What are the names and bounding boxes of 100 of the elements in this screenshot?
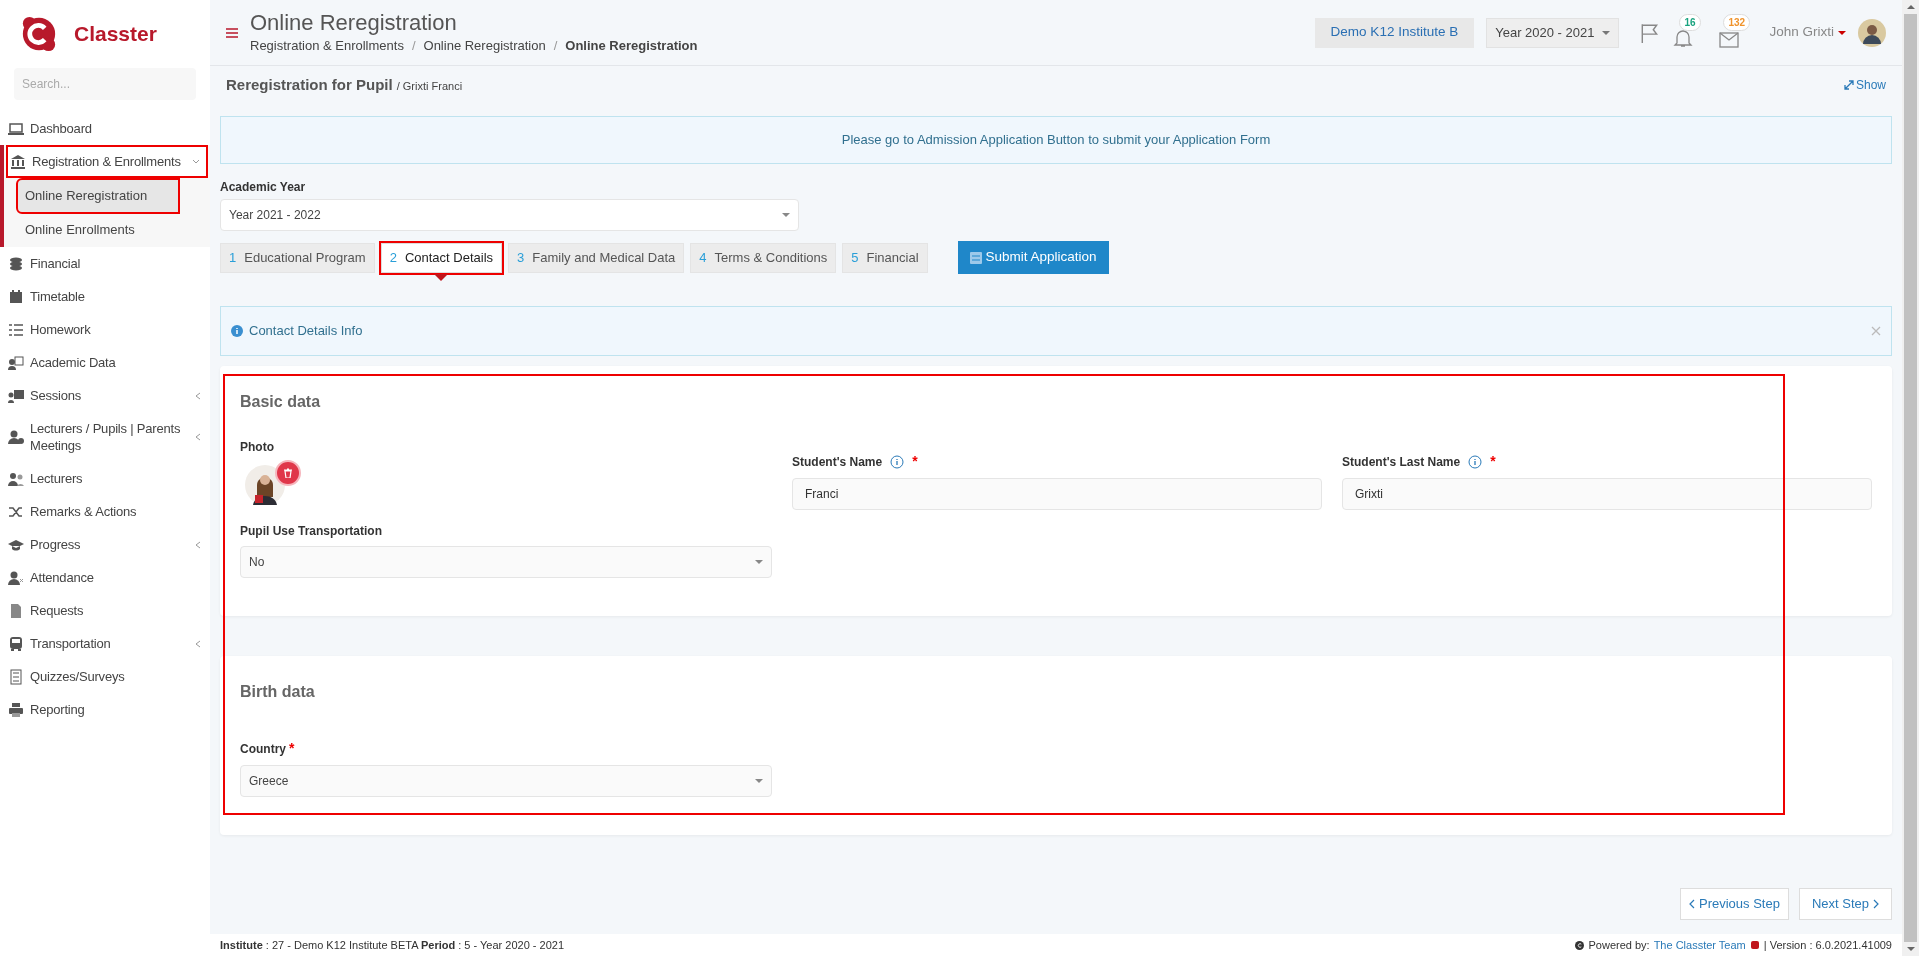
submit-application-button[interactable]: Submit Application	[957, 241, 1109, 274]
sidebar-item[interactable]: Transportation	[0, 627, 210, 660]
step-tab[interactable]: 4 Terms & Conditions	[690, 242, 837, 273]
presentation-icon	[8, 387, 24, 404]
checklist-icon	[8, 321, 24, 338]
section-title: Reregistration for Pupil	[226, 74, 393, 95]
chevron-left-icon	[1688, 899, 1695, 909]
document-icon	[8, 602, 24, 619]
field-label: Photo	[240, 439, 275, 456]
powered-by: Powered by:	[1588, 937, 1650, 953]
required-marker: *	[912, 452, 918, 471]
text-field[interactable]: Grixti	[1342, 478, 1872, 510]
select-field[interactable]: Greece	[240, 765, 772, 797]
logo-icon	[1749, 940, 1760, 950]
year-dropdown[interactable]: Year 2020 - 2021	[1486, 17, 1620, 48]
sidebar-item[interactable]: Quizzes/Surveys	[0, 660, 210, 693]
previous-step-button[interactable]: Previous Step	[1679, 888, 1789, 920]
notice-banner: Please go to Admission Application Button to submit your Application Form	[220, 116, 1892, 164]
field-label: Academic Year	[220, 179, 307, 196]
calendar-icon	[8, 288, 24, 305]
selected-pointer	[434, 273, 449, 281]
avatar-icon[interactable]	[1858, 18, 1886, 47]
required-marker: *	[289, 739, 295, 758]
user-x-icon	[8, 569, 24, 586]
chevron-right-icon	[1873, 899, 1879, 909]
logo-icon	[20, 15, 58, 53]
user-clock-icon	[8, 429, 24, 445]
printer-icon	[8, 701, 24, 718]
step-tab[interactable]: 3 Family and Medical Data	[508, 242, 685, 273]
page-title: Online Reregistration	[250, 9, 458, 36]
list-icon	[8, 668, 24, 685]
bell-icon[interactable]	[1673, 27, 1694, 48]
search-field[interactable]: Search...	[14, 68, 196, 100]
close-icon[interactable]	[1871, 326, 1881, 336]
sidebar-item[interactable]: Academic Data	[0, 346, 210, 379]
sidebar-item[interactable]: Financial	[0, 247, 210, 280]
field-label: Student's Name	[792, 453, 883, 471]
field-label: Country	[240, 740, 286, 758]
institute-info: Institute : 27 - Demo K12 Institute BETA Period : 5 - Year 2020 - 2021	[220, 937, 565, 953]
coins-icon	[8, 255, 24, 272]
breadcrumb-separator: /	[411, 36, 416, 55]
envelope-icon[interactable]	[1719, 31, 1740, 48]
form-icon	[969, 251, 982, 264]
breadcrumb-separator: /	[553, 36, 558, 55]
required-marker: *	[1490, 452, 1496, 471]
chevron-icon	[194, 433, 202, 441]
info-icon	[1468, 454, 1483, 469]
trash-icon	[283, 468, 293, 478]
copyright-icon	[1575, 940, 1585, 950]
sidebar-item[interactable]: Dashboard	[0, 112, 210, 145]
text-field[interactable]: Franci	[792, 478, 1322, 510]
chart-user-icon	[8, 354, 24, 371]
next-step-button[interactable]: Next Step	[1798, 888, 1892, 920]
laptop-icon	[8, 120, 24, 137]
sidebar-item[interactable]: Timetable	[0, 280, 210, 313]
sidebar-item[interactable]: Remarks & Actions	[0, 495, 210, 528]
step-tab[interactable]: 1 Educational Program	[220, 242, 375, 273]
breadcrumb[interactable]: Registration & Enrollments	[250, 35, 404, 56]
info-icon	[890, 454, 905, 469]
sidebar-item[interactable]: Sessions	[0, 379, 210, 412]
sidebar-item[interactable]: Requests	[0, 594, 210, 627]
chevron-icon	[194, 540, 202, 549]
submenu-item[interactable]: Online Reregistration	[18, 180, 178, 212]
sidebar-item[interactable]: Registration & Enrollments	[6, 145, 208, 178]
pupil-name: / Grixti Franci	[396, 78, 463, 94]
chevron-icon	[194, 639, 202, 648]
version: | Version : 6.0.2021.41009	[1763, 937, 1892, 953]
field-label: Pupil Use Transportation	[240, 523, 383, 540]
delete-photo-button[interactable]	[275, 460, 301, 486]
card-title: Birth data	[240, 682, 316, 702]
show-link[interactable]: Show	[1843, 76, 1886, 94]
sidebar-item[interactable]: Lecturers / Pupils | Parents Meetings	[0, 412, 210, 462]
info-icon	[231, 325, 243, 337]
sidebar-item[interactable]: Reporting	[0, 693, 210, 726]
sidebar-item[interactable]: Progress	[0, 528, 210, 561]
message-badge: 132	[1723, 13, 1751, 31]
chevron-icon	[192, 157, 200, 166]
card-title: Basic data	[240, 392, 322, 412]
menu-icon[interactable]	[226, 27, 238, 38]
sidebar-item[interactable]: Attendance	[0, 561, 210, 594]
field-label: Student's Last Name	[1342, 453, 1461, 471]
sidebar-item[interactable]: Lecturers	[0, 462, 210, 495]
brand-name: Classter	[74, 21, 157, 48]
bank-icon	[10, 153, 26, 170]
info-text: Contact Details Info	[249, 322, 364, 341]
sidebar-item[interactable]: Homework	[0, 313, 210, 346]
academic-year-dropdown[interactable]: Year 2021 - 2022	[220, 199, 799, 231]
step-tab[interactable]: 2 Contact Details	[380, 242, 503, 273]
breadcrumb: Online Reregistration	[565, 36, 698, 55]
scrollbar[interactable]	[1902, 0, 1919, 956]
team-link[interactable]: The Classter Team	[1653, 936, 1746, 954]
chevron-icon	[194, 391, 202, 400]
expand-icon	[1843, 80, 1854, 90]
bus-icon	[8, 635, 24, 652]
breadcrumb[interactable]: Online Reregistration	[423, 35, 546, 56]
institute-button[interactable]: Demo K12 Institute B	[1314, 17, 1475, 48]
submenu-item[interactable]: Online Enrollments	[18, 213, 210, 245]
select-field[interactable]: No	[240, 546, 772, 578]
step-tab[interactable]: 5 Financial	[842, 242, 928, 273]
users-icon	[8, 470, 24, 487]
